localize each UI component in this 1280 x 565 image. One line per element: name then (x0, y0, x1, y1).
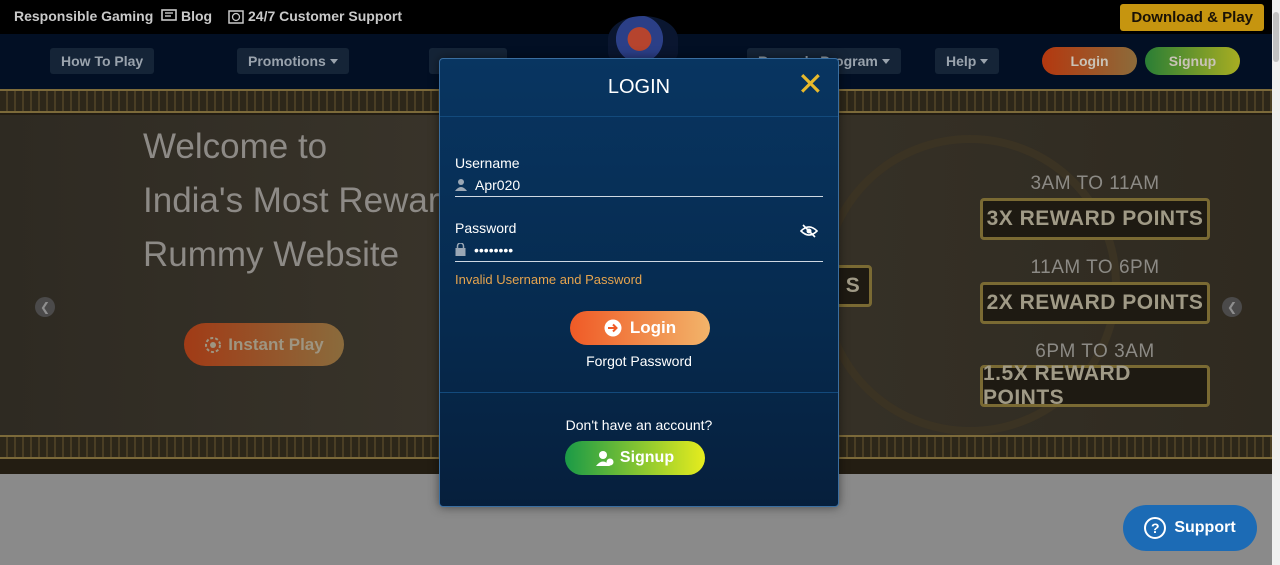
login-submit-button[interactable]: Login (570, 311, 710, 345)
modal-signup-label: Signup (619, 449, 675, 466)
nav-signup-button[interactable]: Signup (1145, 47, 1240, 75)
slot3-time: 6PM TO 3AM (1035, 341, 1155, 362)
password-field[interactable]: •••••••• (455, 238, 823, 262)
slot1-time: 3AM TO 11AM (1030, 173, 1160, 194)
add-user-icon (595, 451, 614, 466)
hero-line-1: Welcome to (143, 127, 328, 166)
chevron-down-icon (980, 58, 989, 64)
lock-icon (455, 243, 466, 256)
instant-play-label: Instant Play (228, 334, 324, 354)
nav-login-button[interactable]: Login (1042, 47, 1137, 75)
username-label: Username (455, 155, 520, 171)
username-field[interactable]: Apr020 (455, 173, 823, 197)
hero-line-2: India's Most Rewar (143, 181, 440, 220)
nav-how-to-play-label: How To Play (61, 53, 144, 69)
chevron-left-icon: ❮ (39, 300, 51, 314)
password-value: •••••••• (474, 241, 514, 258)
chevron-down-icon (329, 58, 338, 64)
forgot-password-link[interactable]: Forgot Password (440, 353, 838, 369)
vertical-scrollbar[interactable] (1272, 0, 1280, 565)
eye-slash-icon[interactable] (800, 224, 818, 238)
hero-line-3: Rummy Website (143, 235, 400, 274)
login-modal-header: LOGIN ✕ (440, 59, 838, 117)
customer-support-link[interactable]: 24/7 Customer Support (228, 8, 402, 24)
download-play-button[interactable]: Download & Play (1120, 4, 1264, 31)
chevron-down-icon (881, 58, 890, 64)
blog-link[interactable]: Blog (161, 8, 212, 24)
username-value: Apr020 (475, 176, 521, 193)
blog-icon (161, 9, 177, 21)
login-modal: LOGIN ✕ Username Apr020 Password •••••••… (439, 58, 839, 507)
modal-divider (440, 392, 838, 393)
site-logo[interactable] (608, 16, 678, 62)
customer-support-label: 24/7 Customer Support (248, 8, 403, 24)
blog-label: Blog (181, 8, 213, 24)
login-modal-title: LOGIN (607, 76, 671, 98)
calendar-clock-icon (228, 10, 244, 24)
password-label: Password (455, 220, 517, 236)
responsible-gaming-link[interactable]: Responsible Gaming (14, 8, 153, 24)
slot2-reward: 2X REWARD POINTS (980, 282, 1210, 324)
slot3-reward: 1.5X REWARD POINTS (980, 362, 1210, 409)
nav-how-to-play[interactable]: How To Play (50, 48, 155, 74)
close-icon[interactable]: ✕ (797, 68, 824, 100)
gear-icon (205, 336, 222, 353)
login-submit-label: Login (629, 318, 677, 337)
responsible-gaming-label: Responsible Gaming (14, 8, 154, 24)
nav-promotions[interactable]: Promotions (237, 48, 349, 74)
decorative-s-box: S (834, 265, 872, 307)
slot2-time: 11AM TO 6PM (1030, 257, 1160, 278)
carousel-next-button[interactable]: ❮ (1222, 297, 1242, 317)
login-error-message: Invalid Username and Password (455, 272, 643, 287)
nav-help[interactable]: Help (935, 48, 1000, 74)
no-account-text: Don't have an account? (565, 417, 713, 433)
user-icon (455, 179, 467, 191)
carousel-prev-button[interactable]: ❮ (35, 297, 55, 317)
arrow-circle-icon (604, 319, 622, 337)
modal-signup-button[interactable]: Signup (565, 441, 705, 475)
chevron-left-icon: ❮ (1226, 300, 1238, 314)
support-label: Support (1174, 519, 1236, 536)
nav-help-label: Help (946, 53, 977, 69)
nav-promotions-label: Promotions (248, 53, 326, 69)
slot1-reward: 3X REWARD POINTS (980, 198, 1210, 240)
scrollbar-thumb[interactable] (1273, 12, 1279, 62)
instant-play-button[interactable]: Instant Play (184, 323, 344, 366)
question-icon: ? (1144, 517, 1167, 539)
support-button[interactable]: ? Support (1123, 505, 1257, 551)
